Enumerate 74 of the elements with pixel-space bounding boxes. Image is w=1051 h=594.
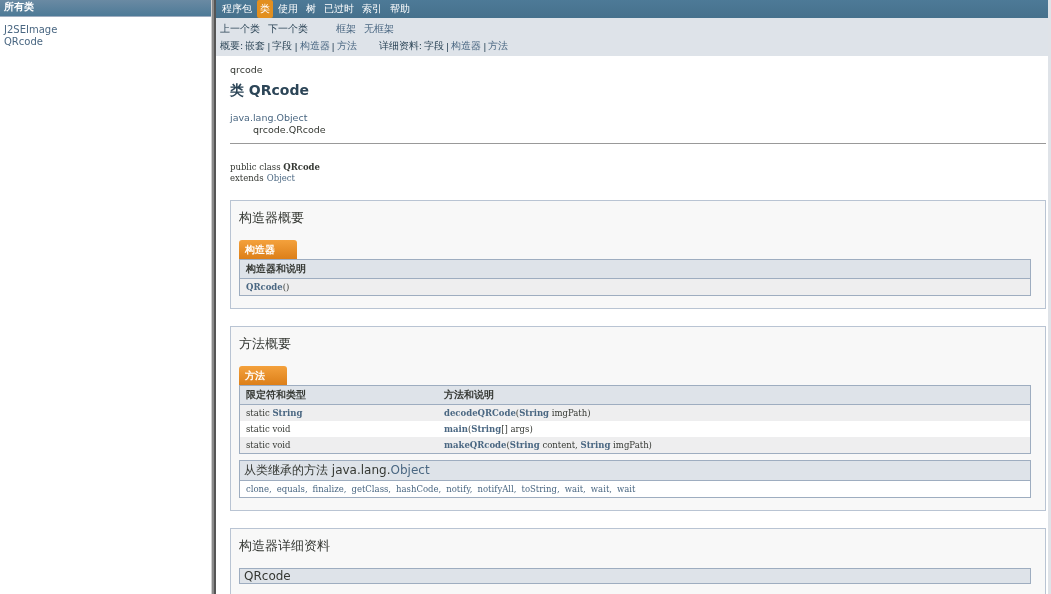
no-frames-link[interactable]: 无框架 — [364, 22, 394, 36]
detail-link[interactable]: 方法 — [488, 40, 509, 53]
class-declaration: public class QRcode — [230, 162, 320, 172]
summary-text: | — [331, 41, 335, 52]
member-heading: QRcode — [239, 568, 1031, 584]
class-link[interactable]: Object — [390, 463, 430, 477]
method-link[interactable]: clone, — [246, 484, 272, 494]
method-link[interactable]: equals, — [276, 484, 308, 494]
summary-text: 字段 — [272, 40, 293, 53]
inherited-heading: 从类继承的方法 java.lang. — [244, 463, 391, 477]
class-title: 类 QRcode — [230, 82, 309, 100]
column-header: 构造器和说明 — [240, 260, 1030, 279]
constructor-link[interactable]: QRcode — [246, 282, 283, 292]
summary-link[interactable]: 方法 — [336, 40, 357, 53]
params-text: ( — [467, 424, 472, 434]
frames-link[interactable]: 框架 — [336, 22, 356, 36]
nav-tab[interactable]: 树 — [303, 0, 319, 18]
params-text: ( — [506, 440, 510, 450]
class-link[interactable]: QRcode — [4, 36, 207, 48]
nav-tab[interactable]: 索引 — [359, 0, 385, 18]
method-link[interactable]: wait, — [564, 484, 586, 494]
summary-text: | — [267, 41, 271, 52]
params-text: content, — [541, 440, 579, 450]
next-class-link[interactable]: 下一个类 — [268, 22, 308, 36]
type-link[interactable]: String — [509, 440, 540, 450]
nav-tab[interactable]: 程序包 — [219, 0, 255, 18]
method-link[interactable]: makeQRcode — [444, 440, 507, 450]
detail-link[interactable]: 构造器 — [451, 40, 482, 53]
class-link[interactable]: J2SEImage — [4, 24, 207, 36]
method-link[interactable]: notifyAll, — [477, 484, 517, 494]
summary-label: 概要: — [220, 40, 244, 53]
column-header: 限定符和类型 — [246, 388, 307, 402]
superclass-link[interactable]: Object — [266, 173, 295, 183]
detail-label: 详细资料: — [378, 40, 422, 53]
detail-text: | — [483, 41, 487, 52]
summary-link[interactable]: 构造器 — [299, 40, 330, 53]
prev-class-link[interactable]: 上一个类 — [220, 22, 260, 36]
extends-keyword: extends — [230, 173, 264, 183]
nav-tab[interactable]: 已过时 — [321, 0, 357, 18]
type-link[interactable]: String — [580, 440, 611, 450]
params-text: () — [282, 282, 290, 292]
nav-tab[interactable]: 使用 — [275, 0, 301, 18]
section-heading: 方法概要 — [239, 336, 291, 353]
method-link[interactable]: getClass, — [351, 484, 392, 494]
params-text: [] args) — [501, 424, 533, 434]
type-link[interactable]: String — [471, 424, 502, 434]
method-link[interactable]: notify, — [446, 484, 473, 494]
modifier-text: static void — [246, 424, 291, 434]
params-text: imgPath) — [612, 440, 652, 450]
package-name: qrcode — [230, 64, 263, 75]
method-link[interactable]: finalize, — [312, 484, 347, 494]
modifier-text: static — [246, 408, 271, 418]
method-link[interactable]: decodeQRCode — [444, 408, 516, 418]
summary-text: 嵌套 — [245, 40, 266, 53]
section-heading: 构造器详细资料 — [239, 538, 330, 555]
detail-text: 字段 — [424, 40, 444, 53]
type-link[interactable]: String — [519, 408, 550, 418]
method-link[interactable]: main — [444, 424, 468, 434]
nav-tab[interactable]: 帮助 — [387, 0, 413, 18]
modifier-text: static void — [246, 440, 291, 450]
section-heading: 构造器概要 — [239, 210, 304, 227]
params-text: ( — [515, 408, 520, 418]
type-link[interactable]: String — [272, 408, 303, 418]
method-link[interactable]: wait, — [590, 484, 612, 494]
class-name: qrcode.QRcode — [252, 124, 326, 135]
column-header: 方法和说明 — [444, 388, 495, 402]
method-link[interactable]: wait — [617, 484, 636, 494]
method-link[interactable]: hashCode, — [396, 484, 442, 494]
method-link[interactable]: toString, — [521, 484, 560, 494]
params-text: imgPath) — [550, 408, 591, 418]
superclass-link[interactable]: java.lang.Object — [230, 112, 308, 123]
sidebar-header: 所有类 — [0, 0, 211, 17]
detail-text: | — [446, 41, 450, 52]
summary-text: | — [294, 41, 298, 52]
